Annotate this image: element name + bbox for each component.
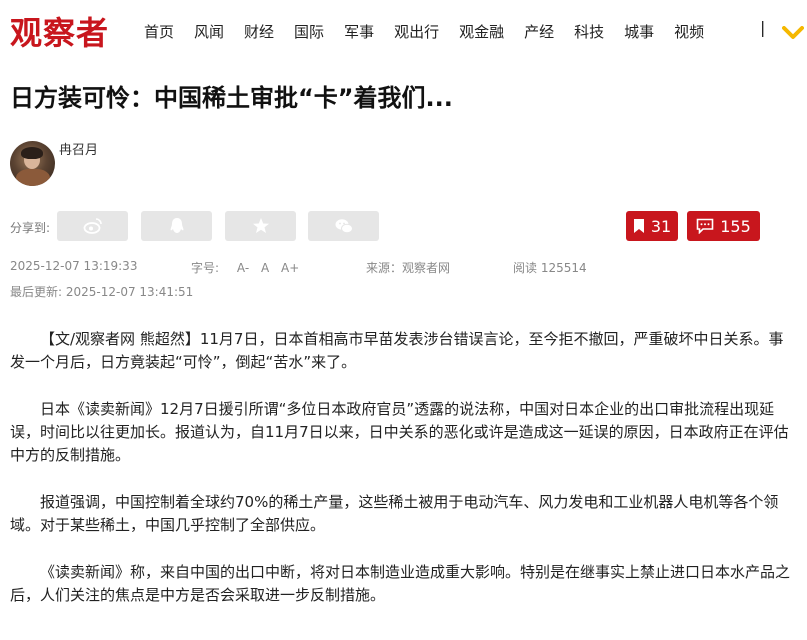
share-qq-button[interactable] bbox=[141, 211, 212, 241]
share-label: 分享到: bbox=[10, 221, 51, 235]
font-size-label: 字号: bbox=[191, 261, 220, 275]
share-weibo-button[interactable] bbox=[57, 211, 128, 241]
article-title: 日方装可怜：中国稀土审批“卡”着我们... bbox=[10, 84, 453, 112]
nav-item-video[interactable]: 视频 bbox=[674, 21, 704, 42]
nav-item-city[interactable]: 城事 bbox=[624, 21, 654, 42]
comment-count: 155 bbox=[720, 216, 751, 236]
nav-item-fengwen[interactable]: 风闻 bbox=[194, 21, 224, 42]
article-paragraph: 日本《读卖新闻》12月7日援引所谓“多位日本政府官员”透露的说法称，中国对日本企… bbox=[10, 400, 789, 464]
font-size-smaller[interactable]: A- bbox=[237, 261, 249, 275]
nav-item-military[interactable]: 军事 bbox=[344, 21, 374, 42]
font-size-normal[interactable]: A bbox=[261, 261, 269, 275]
read-count: 阅读 125514 bbox=[513, 261, 587, 275]
nav-item-finance[interactable]: 财经 bbox=[244, 21, 274, 42]
qzone-icon bbox=[252, 218, 269, 233]
publish-time: 2025-12-07 13:19:33 bbox=[10, 259, 138, 273]
comment-button[interactable]: 155 bbox=[687, 211, 760, 241]
comment-icon bbox=[696, 218, 714, 234]
font-size-larger[interactable]: A+ bbox=[281, 261, 299, 275]
nav-item-international[interactable]: 国际 bbox=[294, 21, 324, 42]
share-qzone-button[interactable] bbox=[225, 211, 296, 241]
nav-item-mobility[interactable]: 观出行 bbox=[394, 21, 439, 42]
last-updated: 最后更新: 2025-12-07 13:41:51 bbox=[10, 285, 194, 299]
bookmark-count: 31 bbox=[650, 216, 672, 236]
author-avatar[interactable] bbox=[10, 141, 55, 186]
article-paragraph: 【文/观察者网 熊超然】11月7日，日本首相高市早苗发表涉台错误言论，至今拒不撤… bbox=[10, 330, 784, 371]
chevron-down-icon[interactable] bbox=[782, 26, 804, 40]
nav-separator: | bbox=[760, 18, 766, 37]
nav-item-home[interactable]: 首页 bbox=[144, 21, 174, 42]
article-source: 来源：观察者网 bbox=[366, 261, 451, 275]
bookmark-icon bbox=[633, 219, 644, 233]
author-name[interactable]: 冉召月 bbox=[59, 139, 98, 158]
nav-item-tech[interactable]: 科技 bbox=[574, 21, 604, 42]
wechat-icon bbox=[335, 219, 353, 234]
font-size-control: 字号: A- A A+ bbox=[191, 259, 299, 276]
qq-icon bbox=[170, 218, 183, 233]
share-wechat-button[interactable] bbox=[308, 211, 379, 241]
main-nav: 首页 风闻 财经 国际 军事 观出行 观金融 产经 科技 城事 视频 bbox=[144, 20, 724, 42]
article-paragraph: 报道强调，中国控制着全球约70%的稀土产量，这些稀土被用于电动汽车、风力发电和工… bbox=[10, 493, 779, 534]
nav-item-guan-finance[interactable]: 观金融 bbox=[459, 21, 504, 42]
article-paragraph: 《读卖新闻》称，来自中国的出口中断，将对日本制造业造成重大影响。特别是在继事实上… bbox=[10, 563, 791, 604]
article-body: 【文/观察者网 熊超然】11月7日，日本首相高市早苗发表涉台错误言论，至今拒不撤… bbox=[10, 328, 794, 631]
nav-item-industry[interactable]: 产经 bbox=[524, 21, 554, 42]
site-logo[interactable]: 观察者 bbox=[10, 8, 109, 54]
bookmark-button[interactable]: 31 bbox=[626, 211, 678, 241]
weibo-icon bbox=[83, 218, 102, 234]
